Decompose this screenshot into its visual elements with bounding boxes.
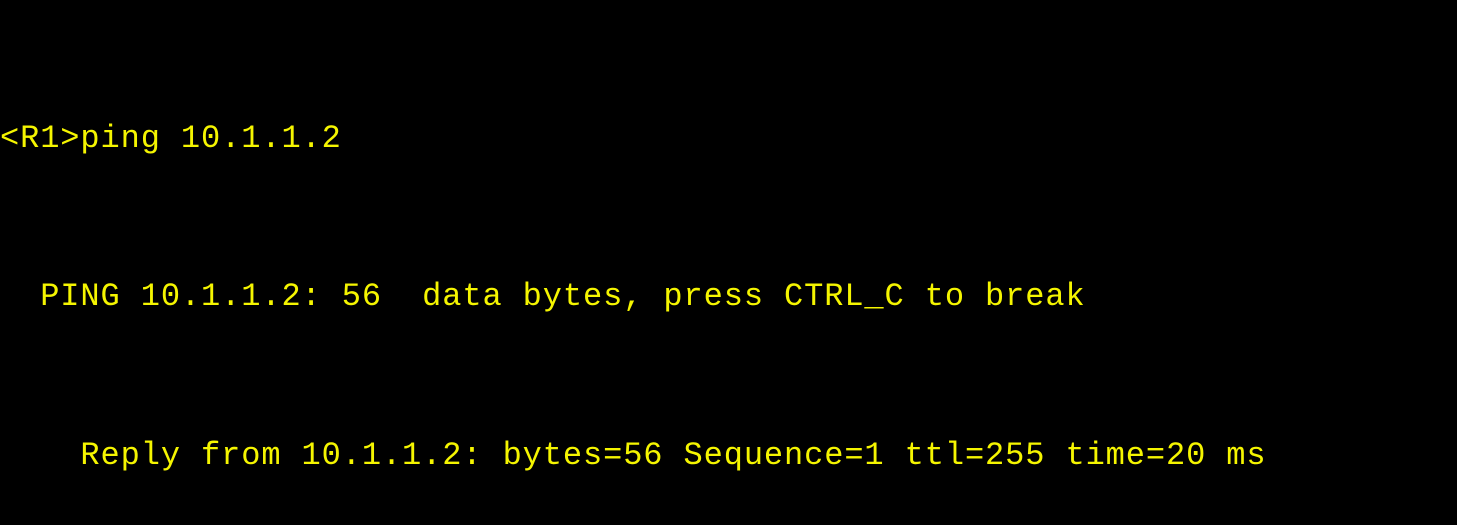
ping-header-line: PING 10.1.1.2: 56 data bytes, press CTRL… <box>0 278 1086 316</box>
command-prompt-line: <R1>ping 10.1.1.2 <box>0 119 342 157</box>
ping-reply-line-1: Reply from 10.1.1.2: bytes=56 Sequence=1… <box>0 436 1267 474</box>
terminal-screen[interactable]: <R1>ping 10.1.1.2 PING 10.1.1.2: 56 data… <box>0 0 1457 525</box>
